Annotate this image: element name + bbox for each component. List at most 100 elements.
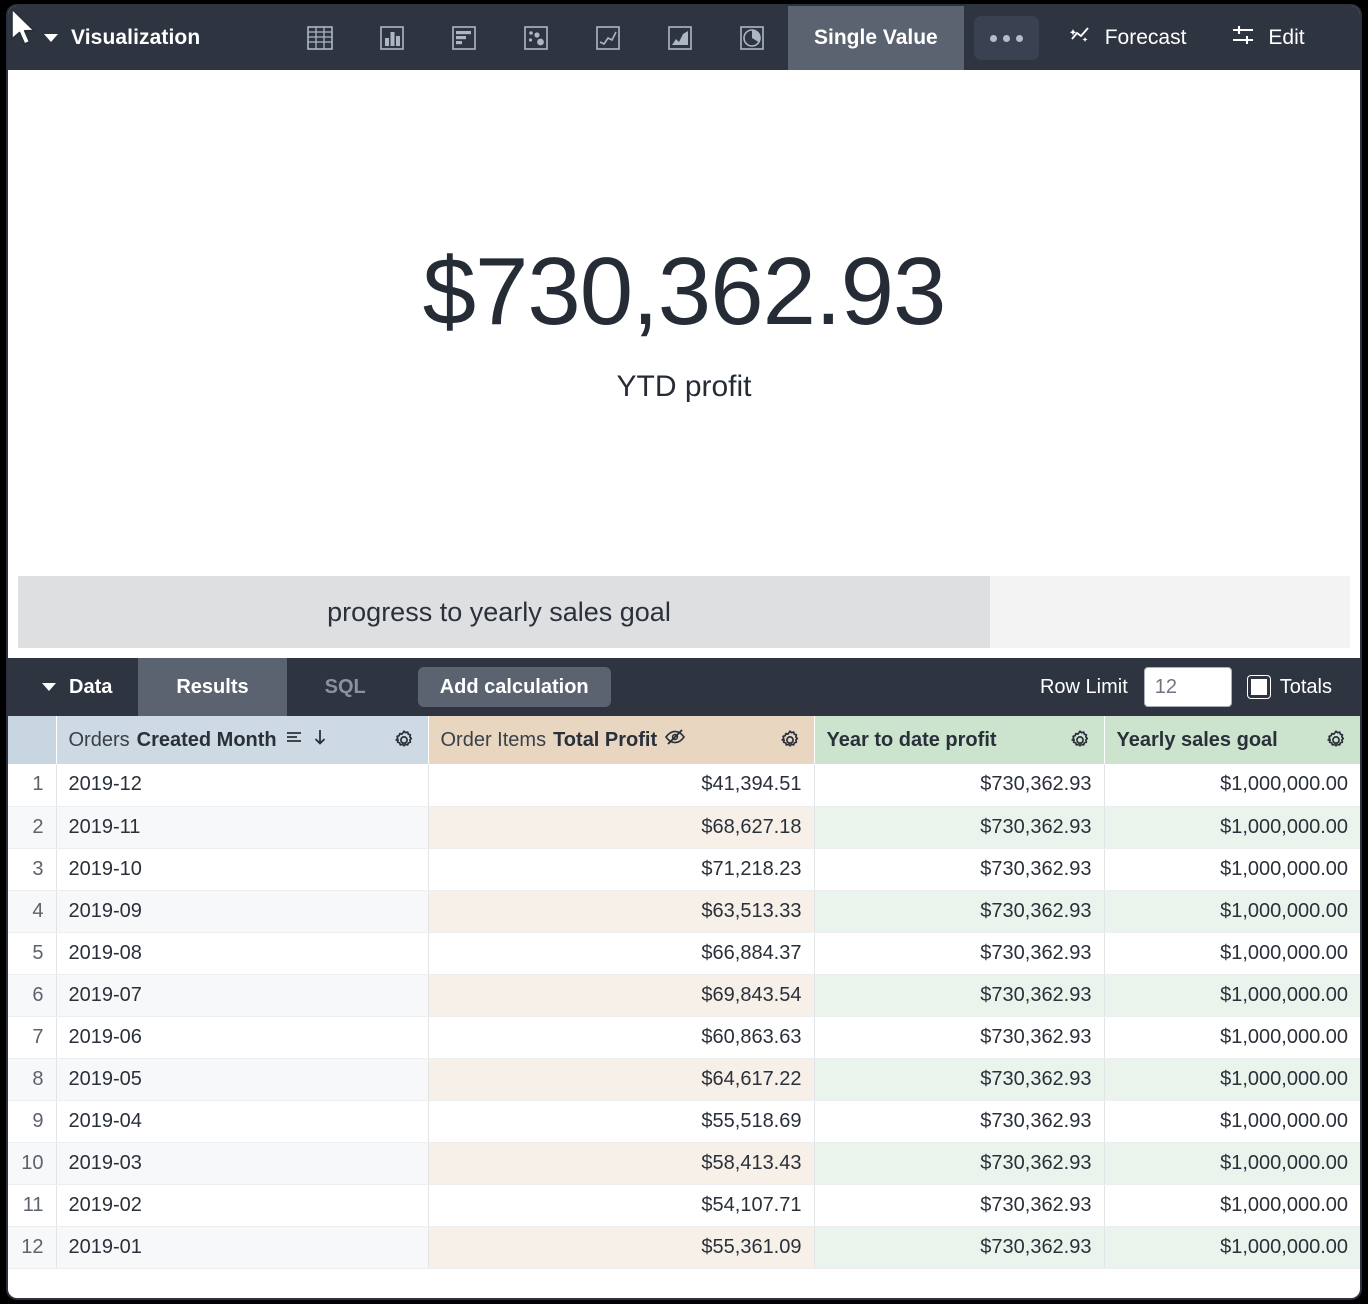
cell-created-month: 2019-07 [56,974,428,1016]
table-chart-icon[interactable] [284,6,356,70]
edit-label: Edit [1268,26,1304,50]
cell-ytd-profit: $730,362.93 [814,1142,1104,1184]
table-row[interactable]: 72019-06$60,863.63$730,362.93$1,000,000.… [8,1016,1360,1058]
table-row[interactable]: 22019-11$68,627.18$730,362.93$1,000,000.… [8,806,1360,848]
single-value-visualization: $730,362.93 YTD profit [8,70,1360,576]
cell-row-number: 8 [8,1058,56,1100]
cell-yearly-sales-goal: $1,000,000.00 [1104,1142,1360,1184]
eye-slash-icon[interactable] [664,727,686,753]
cell-ytd-profit: $730,362.93 [814,806,1104,848]
active-visualization-tab[interactable]: Single Value [788,6,964,70]
cell-row-number: 12 [8,1226,56,1268]
table-row[interactable]: 82019-05$64,617.22$730,362.93$1,000,000.… [8,1058,1360,1100]
cell-yearly-sales-goal: $1,000,000.00 [1104,806,1360,848]
table-row[interactable]: 12019-12$41,394.51$730,362.93$1,000,000.… [8,764,1360,806]
scatter-chart-icon[interactable] [500,6,572,70]
cell-ytd-profit: $730,362.93 [814,932,1104,974]
single-value-label: YTD profit [616,370,751,404]
cell-yearly-sales-goal: $1,000,000.00 [1104,848,1360,890]
group-rows-icon[interactable] [284,727,304,753]
cell-yearly-sales-goal: $1,000,000.00 [1104,1100,1360,1142]
table-row[interactable]: 102019-03$58,413.43$730,362.93$1,000,000… [8,1142,1360,1184]
column-view-label: Order Items [441,729,547,752]
cell-row-number: 3 [8,848,56,890]
totals-checkbox[interactable] [1248,676,1270,698]
cell-yearly-sales-goal: $1,000,000.00 [1104,1058,1360,1100]
cell-row-number: 11 [8,1184,56,1226]
dot [990,35,997,42]
ellipsis-icon[interactable] [974,16,1039,60]
progress-bar-region: progress to yearly sales goal [8,576,1360,658]
visualization-section-toggle[interactable]: Visualization [8,6,284,70]
looker-explore-window: Visualization Sing [8,6,1360,1298]
cell-total-profit: $55,361.09 [428,1226,814,1268]
table-row[interactable]: 112019-02$54,107.71$730,362.93$1,000,000… [8,1184,1360,1226]
gear-icon[interactable] [1324,728,1348,752]
caret-down-icon[interactable] [44,34,58,42]
pie-chart-icon[interactable] [716,6,788,70]
column-header-row-number [8,716,56,764]
cell-created-month: 2019-01 [56,1226,428,1268]
cell-row-number: 2 [8,806,56,848]
column-header-ytd-profit[interactable]: Year to date profit [814,716,1104,764]
gear-icon[interactable] [1068,728,1092,752]
cell-ytd-profit: $730,362.93 [814,1100,1104,1142]
cell-total-profit: $71,218.23 [428,848,814,890]
cell-ytd-profit: $730,362.93 [814,1184,1104,1226]
cell-row-number: 7 [8,1016,56,1058]
bar-chart-icon[interactable] [428,6,500,70]
caret-down-icon[interactable] [42,683,56,691]
cell-total-profit: $58,413.43 [428,1142,814,1184]
table-row[interactable]: 42019-09$63,513.33$730,362.93$1,000,000.… [8,890,1360,932]
column-field-label: Created Month [137,729,277,752]
column-field-label: Total Profit [553,729,657,752]
table-row[interactable]: 62019-07$69,843.54$730,362.93$1,000,000.… [8,974,1360,1016]
column-header-total-profit[interactable]: Order Items Total Profit [428,716,814,764]
totals-label: Totals [1280,676,1332,699]
data-title: Data [69,676,112,699]
cell-ytd-profit: $730,362.93 [814,890,1104,932]
single-value-number: $730,362.93 [423,242,946,343]
row-limit-label: Row Limit [1040,676,1128,699]
data-toolbar-right: Row Limit Totals [1040,658,1360,716]
cell-total-profit: $63,513.33 [428,890,814,932]
data-section-toggle[interactable]: Data [8,658,138,716]
table-row[interactable]: 92019-04$55,518.69$730,362.93$1,000,000.… [8,1100,1360,1142]
cell-total-profit: $69,843.54 [428,974,814,1016]
cell-yearly-sales-goal: $1,000,000.00 [1104,764,1360,806]
edit-button[interactable]: Edit [1208,6,1326,70]
cell-created-month: 2019-04 [56,1100,428,1142]
cell-created-month: 2019-02 [56,1184,428,1226]
data-toolbar: Data Results SQL Add calculation Row Lim… [8,658,1360,716]
gear-icon[interactable] [778,728,802,752]
cell-yearly-sales-goal: $1,000,000.00 [1104,890,1360,932]
add-calculation-button[interactable]: Add calculation [418,667,611,707]
cell-row-number: 6 [8,974,56,1016]
table-row[interactable]: 52019-08$66,884.37$730,362.93$1,000,000.… [8,932,1360,974]
table-row[interactable]: 32019-10$71,218.23$730,362.93$1,000,000.… [8,848,1360,890]
cell-created-month: 2019-11 [56,806,428,848]
cell-yearly-sales-goal: $1,000,000.00 [1104,1184,1360,1226]
visualization-toolbar-actions: Forecast Edit [966,6,1327,70]
column-field-label: Year to date profit [827,729,997,752]
cell-created-month: 2019-09 [56,890,428,932]
tab-sql[interactable]: SQL [287,658,404,716]
gear-icon[interactable] [392,728,416,752]
column-header-created-month[interactable]: Orders Created Month [56,716,428,764]
area-chart-icon[interactable] [644,6,716,70]
cell-total-profit: $55,518.69 [428,1100,814,1142]
line-chart-icon[interactable] [572,6,644,70]
totals-toggle[interactable]: Totals [1248,676,1332,699]
column-chart-icon[interactable] [356,6,428,70]
forecast-sparkle-icon [1067,22,1093,54]
cell-total-profit: $41,394.51 [428,764,814,806]
sliders-icon [1230,22,1256,54]
forecast-button[interactable]: Forecast [1045,6,1209,70]
tab-results[interactable]: Results [138,658,286,716]
sort-descending-icon[interactable] [311,727,329,753]
column-header-yearly-sales-goal[interactable]: Yearly sales goal [1104,716,1360,764]
table-row[interactable]: 122019-01$55,361.09$730,362.93$1,000,000… [8,1226,1360,1268]
row-limit-input[interactable] [1144,667,1232,707]
cell-created-month: 2019-05 [56,1058,428,1100]
cell-created-month: 2019-08 [56,932,428,974]
